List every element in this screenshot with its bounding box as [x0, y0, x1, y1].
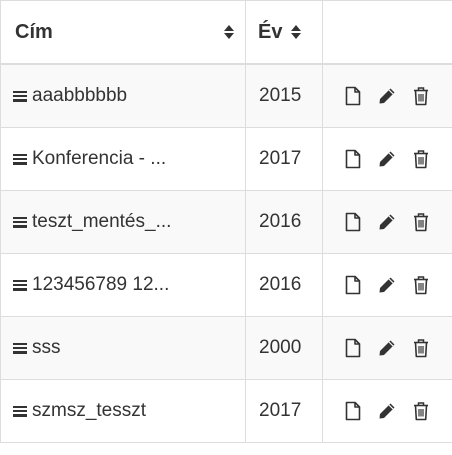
delete-trash-icon[interactable]	[411, 400, 431, 422]
column-header-year-label: Év	[258, 20, 283, 43]
drag-handle-icon[interactable]	[13, 216, 27, 228]
title-cell[interactable]: aaabbbbbb	[0, 63, 246, 128]
title-cell[interactable]: 123456789 12...	[0, 253, 246, 317]
row-year: 2015	[259, 85, 302, 106]
edit-pencil-icon[interactable]	[377, 85, 397, 107]
column-header-actions	[322, 0, 452, 65]
drag-handle-icon[interactable]	[13, 279, 27, 291]
title-cell[interactable]: Konferencia - ...	[0, 127, 246, 191]
actions-cell	[322, 253, 452, 317]
drag-handle-icon[interactable]	[13, 405, 27, 417]
delete-trash-icon[interactable]	[411, 148, 431, 170]
edit-pencil-icon[interactable]	[377, 148, 397, 170]
view-document-icon[interactable]	[343, 400, 363, 422]
view-document-icon[interactable]	[343, 274, 363, 296]
drag-handle-icon[interactable]	[13, 153, 27, 165]
row-year: 2017	[259, 400, 302, 421]
table-row[interactable]: teszt_mentés_... 2016	[0, 190, 452, 254]
row-year: 2016	[259, 274, 302, 295]
year-cell: 2016	[245, 253, 323, 317]
year-cell: 2016	[245, 190, 323, 254]
column-header-title-label: Cím	[15, 20, 53, 43]
records-table-container: Cím Év aaabbbbbb 2015 Konferencia - ... …	[0, 0, 452, 455]
delete-trash-icon[interactable]	[411, 85, 431, 107]
edit-pencil-icon[interactable]	[377, 400, 397, 422]
table-row[interactable]: szmsz_tesszt 2017	[0, 379, 452, 443]
delete-trash-icon[interactable]	[411, 211, 431, 233]
column-header-year[interactable]: Év	[245, 0, 323, 65]
actions-cell	[322, 379, 452, 443]
table-row[interactable]: sss 2000	[0, 316, 452, 380]
row-title: Konferencia - ...	[32, 148, 167, 169]
table-row[interactable]: 123456789 12... 2016	[0, 253, 452, 317]
sort-icon[interactable]	[290, 23, 302, 41]
sort-icon[interactable]	[223, 23, 235, 41]
actions-cell	[322, 316, 452, 380]
delete-trash-icon[interactable]	[411, 274, 431, 296]
table-header-row: Cím Év	[0, 0, 452, 65]
view-document-icon[interactable]	[343, 85, 363, 107]
drag-handle-icon[interactable]	[13, 342, 27, 354]
row-title: sss	[32, 337, 61, 358]
title-cell[interactable]: szmsz_tesszt	[0, 379, 246, 443]
records-table: Cím Év aaabbbbbb 2015 Konferencia - ... …	[0, 0, 452, 443]
row-title: aaabbbbbb	[32, 85, 128, 106]
row-year: 2000	[259, 337, 302, 358]
view-document-icon[interactable]	[343, 211, 363, 233]
delete-trash-icon[interactable]	[411, 337, 431, 359]
row-title: 123456789 12...	[32, 274, 170, 295]
year-cell: 2017	[245, 379, 323, 443]
drag-handle-icon[interactable]	[13, 90, 27, 102]
actions-cell	[322, 63, 452, 128]
edit-pencil-icon[interactable]	[377, 274, 397, 296]
title-cell[interactable]: teszt_mentés_...	[0, 190, 246, 254]
column-header-title[interactable]: Cím	[0, 0, 246, 65]
actions-cell	[322, 127, 452, 191]
title-cell[interactable]: sss	[0, 316, 246, 380]
row-year: 2016	[259, 211, 302, 232]
year-cell: 2015	[245, 63, 323, 128]
edit-pencil-icon[interactable]	[377, 337, 397, 359]
view-document-icon[interactable]	[343, 337, 363, 359]
table-row[interactable]: Konferencia - ... 2017	[0, 127, 452, 191]
table-row[interactable]: aaabbbbbb 2015	[0, 63, 452, 128]
year-cell: 2017	[245, 127, 323, 191]
view-document-icon[interactable]	[343, 148, 363, 170]
row-year: 2017	[259, 148, 302, 169]
row-title: szmsz_tesszt	[32, 400, 147, 421]
edit-pencil-icon[interactable]	[377, 211, 397, 233]
actions-cell	[322, 190, 452, 254]
row-title: teszt_mentés_...	[32, 211, 172, 232]
year-cell: 2000	[245, 316, 323, 380]
